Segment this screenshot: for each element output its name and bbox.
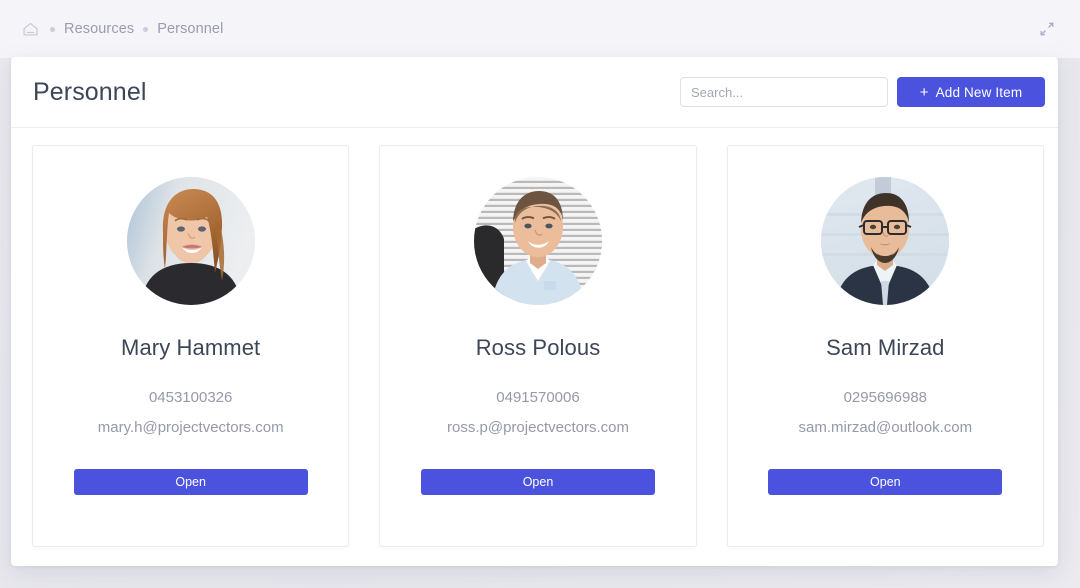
search-input[interactable] bbox=[680, 77, 888, 107]
person-phone: 0453100326 bbox=[148, 389, 233, 406]
avatar bbox=[126, 177, 255, 305]
personnel-card-grid: Mary Hammet 0453100326 mary.h@projectvec… bbox=[11, 128, 1058, 547]
avatar-photo-man-glasses bbox=[821, 177, 950, 305]
open-button[interactable]: Open bbox=[420, 469, 655, 495]
open-button[interactable]: Open bbox=[768, 469, 1003, 495]
plus-icon: + bbox=[919, 83, 929, 101]
add-new-item-label: Add New Item bbox=[935, 84, 1023, 100]
home-icon[interactable] bbox=[20, 19, 40, 39]
page-title: Personnel bbox=[33, 77, 147, 106]
breadcrumb: Resources Personnel bbox=[20, 19, 1036, 39]
open-button[interactable]: Open bbox=[73, 469, 308, 495]
person-name: Sam Mirzad bbox=[826, 335, 945, 360]
person-phone: 0295696988 bbox=[843, 389, 928, 406]
personnel-card[interactable]: Mary Hammet 0453100326 mary.h@projectvec… bbox=[32, 145, 350, 547]
breadcrumb-separator-dot bbox=[50, 26, 55, 32]
avatar-photo-man-blinds bbox=[473, 177, 602, 305]
person-phone: 0491570006 bbox=[496, 389, 580, 406]
breadcrumb-item-personnel[interactable]: Personnel bbox=[157, 21, 223, 37]
avatar-photo-woman bbox=[126, 177, 255, 305]
breadcrumb-item-resources[interactable]: Resources bbox=[64, 21, 134, 37]
person-email: sam.mirzad@outlook.com bbox=[798, 419, 973, 436]
person-email: mary.h@projectvectors.com bbox=[97, 419, 284, 436]
breadcrumb-separator-dot bbox=[143, 26, 149, 32]
personnel-card[interactable]: Sam Mirzad 0295696988 sam.mirzad@outlook… bbox=[726, 145, 1044, 547]
main-panel: Personnel + Add New Item bbox=[11, 57, 1058, 566]
person-name: Mary Hammet bbox=[121, 335, 261, 360]
panel-header: Personnel + Add New Item bbox=[11, 57, 1058, 128]
expand-icon[interactable] bbox=[1036, 18, 1058, 40]
person-email: ross.p@projectvectors.com bbox=[447, 419, 629, 436]
person-name: Ross Polous bbox=[475, 335, 601, 360]
topbar: Resources Personnel bbox=[0, 0, 1080, 58]
header-actions: + Add New Item bbox=[680, 77, 1045, 107]
add-new-item-button[interactable]: + Add New Item bbox=[897, 77, 1045, 107]
avatar bbox=[473, 177, 602, 305]
avatar bbox=[821, 177, 950, 305]
personnel-card[interactable]: Ross Polous 0491570006 ross.p@projectvec… bbox=[379, 145, 697, 547]
